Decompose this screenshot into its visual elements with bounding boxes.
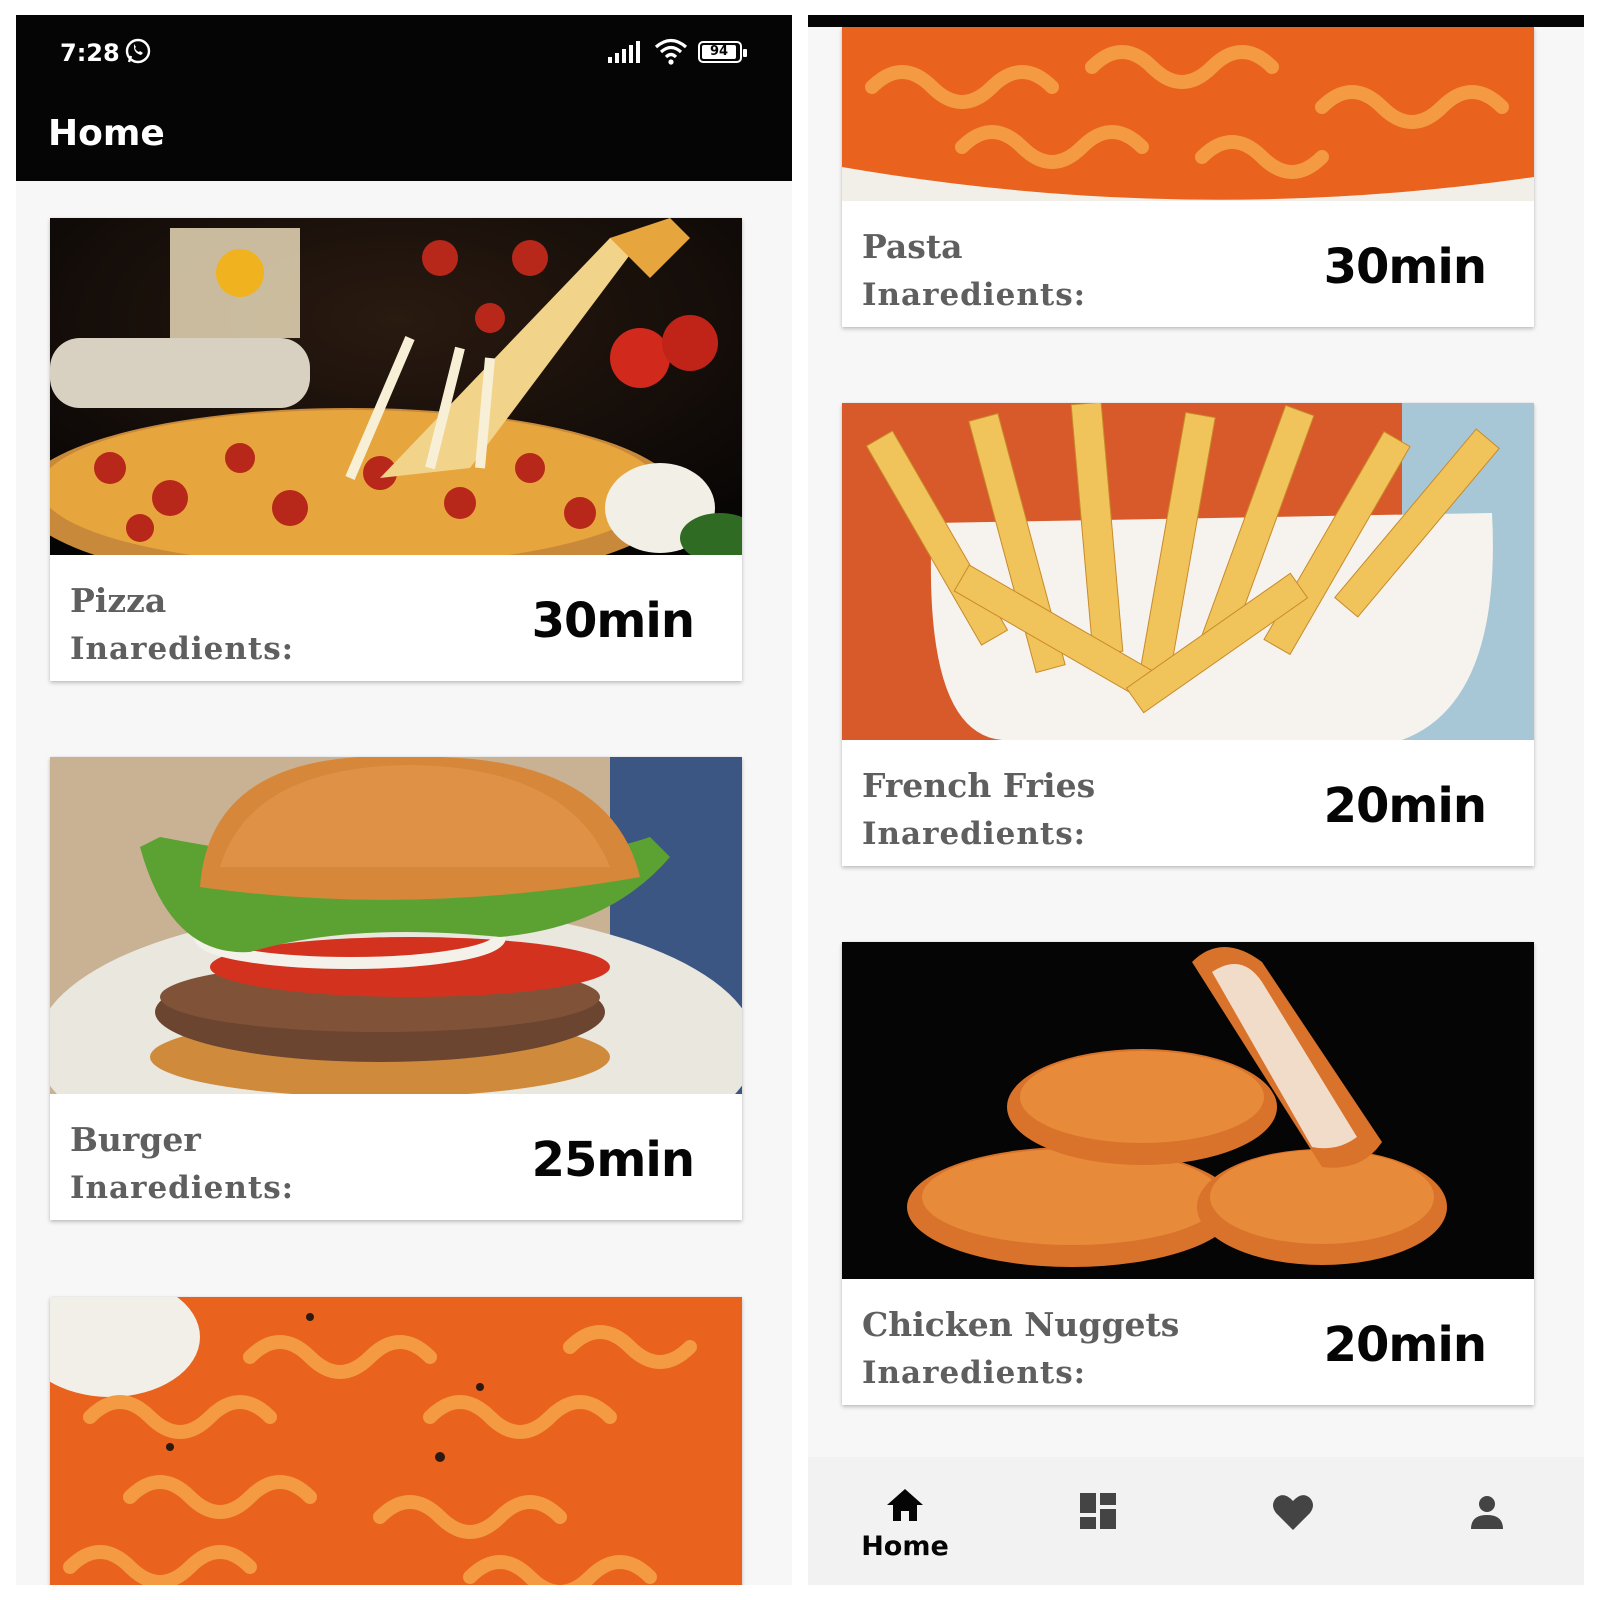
recipe-card-pasta[interactable]: Pasta Inaredients: 30min bbox=[842, 27, 1534, 327]
status-bar: 7:28 94 bbox=[16, 15, 792, 93]
ingredients-label: Inaredients: bbox=[862, 816, 1087, 852]
recipe-time: 20min bbox=[1323, 778, 1487, 834]
right-phone-screen: Pasta Inaredients: 30min French Fries In… bbox=[808, 15, 1584, 1585]
nav-dashboard[interactable] bbox=[1002, 1457, 1196, 1585]
recipe-card-pasta[interactable] bbox=[50, 1297, 742, 1585]
signal-icon bbox=[608, 41, 640, 63]
recipe-card-french-fries[interactable]: French Fries Inaredients: 20min bbox=[842, 403, 1534, 866]
person-icon bbox=[1471, 1496, 1503, 1529]
french-fries-image bbox=[842, 403, 1534, 740]
card-footer: Pasta Inaredients: 30min bbox=[842, 201, 1534, 327]
recipe-name: French Fries bbox=[862, 766, 1096, 805]
recipe-time: 30min bbox=[531, 593, 695, 649]
recipe-card-burger[interactable]: Burger Inaredients: 25min bbox=[50, 757, 742, 1220]
nav-home[interactable]: Home bbox=[808, 1457, 1002, 1585]
card-footer: Pizza Inaredients: 30min bbox=[50, 555, 742, 681]
nav-profile[interactable] bbox=[1390, 1457, 1584, 1585]
recipe-time: 20min bbox=[1323, 1317, 1487, 1373]
pasta-image bbox=[842, 27, 1534, 201]
whatsapp-icon bbox=[125, 38, 151, 64]
pizza-image bbox=[50, 218, 742, 555]
nav-favorites[interactable] bbox=[1196, 1457, 1390, 1585]
pasta-image bbox=[50, 1297, 742, 1585]
burger-image bbox=[50, 757, 742, 1094]
battery-icon: 94 bbox=[698, 41, 747, 63]
app-bar: Home bbox=[16, 93, 792, 181]
recipe-card-pizza[interactable]: Pizza Inaredients: 30min bbox=[50, 218, 742, 681]
recipe-name: Burger bbox=[70, 1120, 201, 1159]
left-phone-screen: 7:28 94 Home Pizza Inaredients: 30min Bu… bbox=[16, 15, 792, 1585]
recipe-name: Pizza bbox=[70, 581, 167, 620]
home-icon bbox=[887, 1489, 923, 1521]
ingredients-label: Inaredients: bbox=[862, 1355, 1087, 1391]
ingredients-label: Inaredients: bbox=[70, 631, 295, 667]
heart-icon bbox=[1273, 1495, 1313, 1530]
recipe-name: Pasta bbox=[862, 227, 963, 266]
status-time: 7:28 bbox=[60, 39, 120, 67]
bottom-navigation: Home bbox=[808, 1457, 1584, 1585]
card-footer: Chicken Nuggets Inaredients: 20min bbox=[842, 1279, 1534, 1405]
card-footer: French Fries Inaredients: 20min bbox=[842, 740, 1534, 866]
status-bar-edge bbox=[808, 15, 1584, 27]
recipe-card-chicken-nuggets[interactable]: Chicken Nuggets Inaredients: 20min bbox=[842, 942, 1534, 1405]
recipe-name: Chicken Nuggets bbox=[862, 1305, 1180, 1344]
nav-home-label: Home bbox=[861, 1531, 949, 1562]
recipe-time: 25min bbox=[531, 1132, 695, 1188]
recipe-time: 30min bbox=[1323, 239, 1487, 295]
ingredients-label: Inaredients: bbox=[862, 277, 1087, 313]
dashboard-icon bbox=[1080, 1493, 1116, 1529]
card-footer: Burger Inaredients: 25min bbox=[50, 1094, 742, 1220]
chicken-nuggets-image bbox=[842, 942, 1534, 1279]
ingredients-label: Inaredients: bbox=[70, 1170, 295, 1206]
wifi-icon bbox=[654, 38, 688, 65]
battery-level: 94 bbox=[702, 45, 736, 59]
page-title: Home bbox=[48, 113, 165, 154]
